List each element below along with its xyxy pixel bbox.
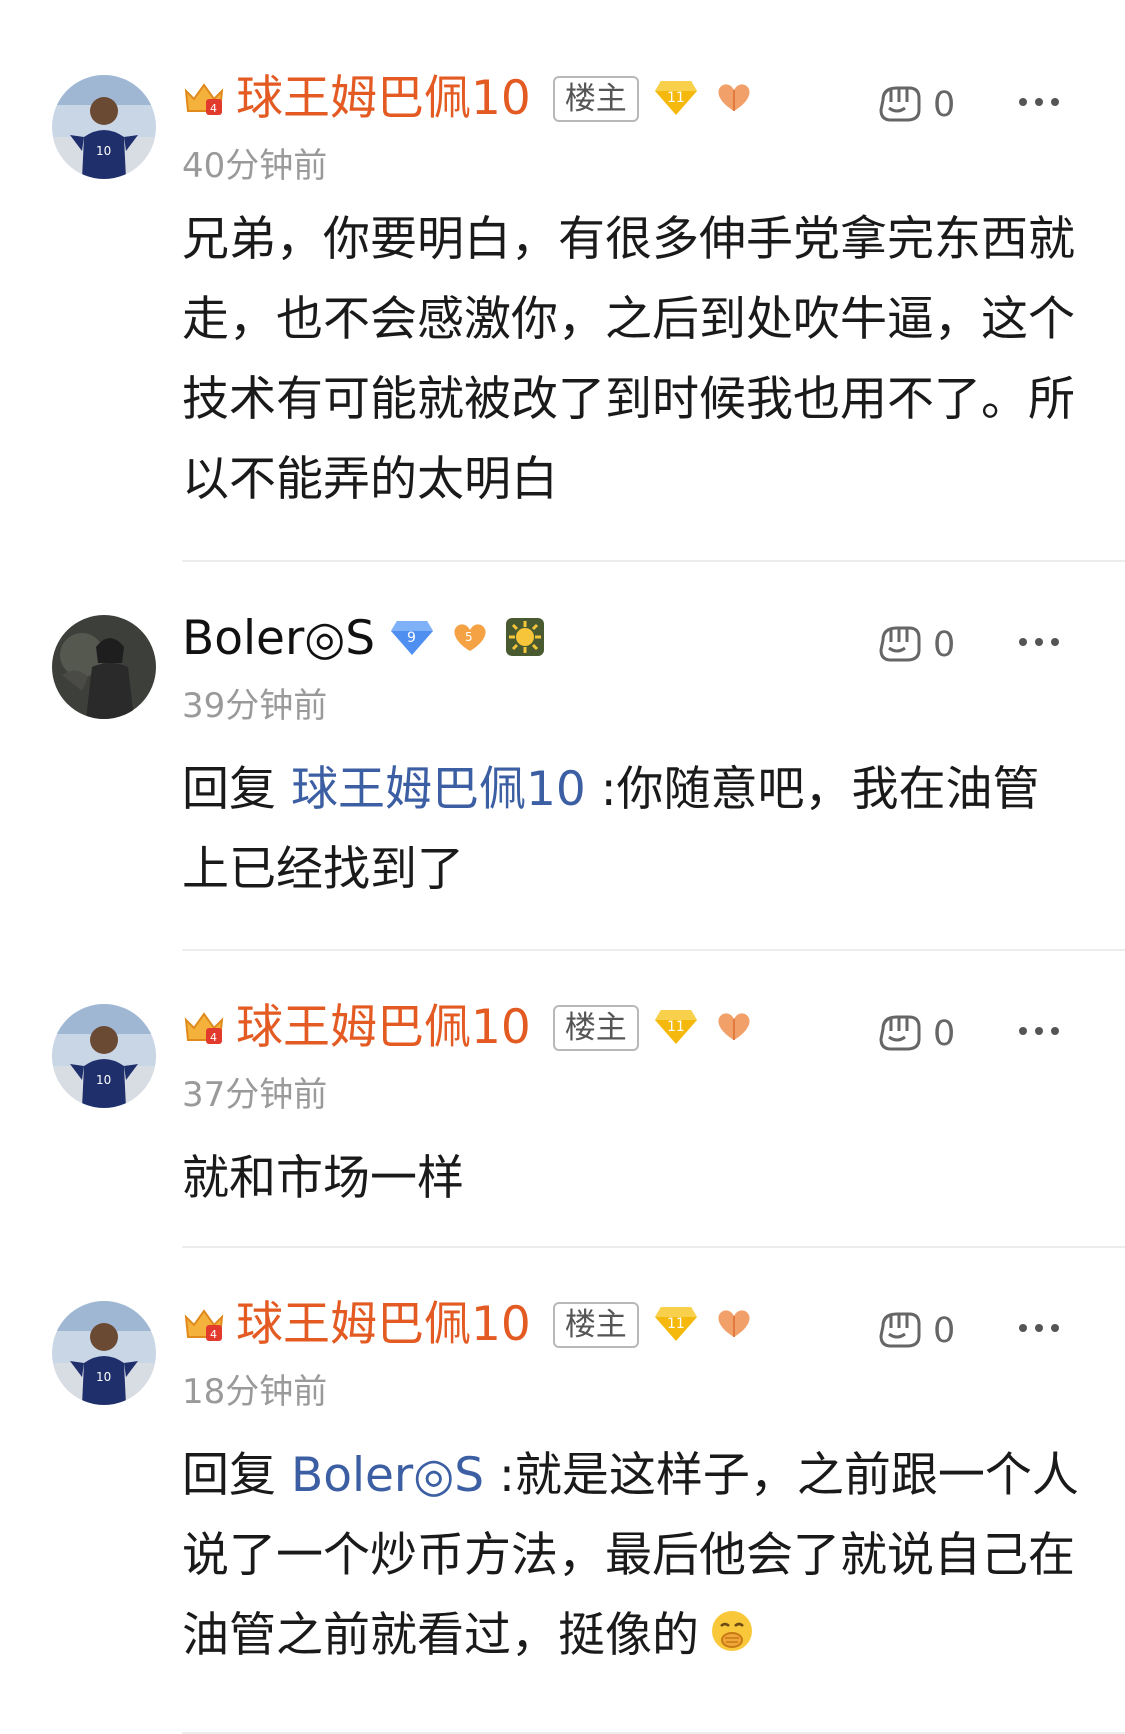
like-fist-icon <box>875 1009 925 1059</box>
like-button[interactable]: 0 <box>875 80 955 130</box>
comment-item: 10 4 球王姆巴佩10 楼主 11 37分钟前 0 就和市场一样 <box>0 951 1125 1248</box>
comment-text: 回复 Boler◎S :就是这样子，之前跟一个人说了一个炒币方法，最后他会了就说… <box>182 1436 1082 1679</box>
comment-item: 10 4 球王姆巴佩10 楼主 11 40分钟前 0 兄弟，你要明白，有很多伸手… <box>0 0 1125 562</box>
svg-text:10: 10 <box>96 144 111 158</box>
svg-text:9: 9 <box>407 630 416 646</box>
comment-item: Boler◎S 9 5 39分钟前 0 回复 球王姆巴佩10:你随意吧，我在油… <box>0 562 1125 951</box>
level-diamond-icon: 11 <box>653 77 699 121</box>
level-diamond-icon: 11 <box>653 1303 699 1347</box>
svg-text:5: 5 <box>465 630 473 644</box>
like-count: 0 <box>933 625 956 665</box>
like-count: 0 <box>933 1014 956 1054</box>
svg-text:10: 10 <box>96 1370 111 1384</box>
host-badge: 楼主 <box>552 76 639 122</box>
reply-to-user[interactable]: 球王姆巴佩10 <box>291 762 586 817</box>
comment-time: 39分钟前 <box>182 686 328 726</box>
comment-item: 10 4 球王姆巴佩10 楼主 11 18分钟前 0 回复 Boler◎S:就… <box>0 1248 1125 1734</box>
level-diamond-icon: 11 <box>653 1006 699 1050</box>
username[interactable]: 球王姆巴佩10 <box>236 1294 531 1356</box>
avatar[interactable]: 10 <box>52 75 156 179</box>
level-diamond-icon: 9 <box>389 617 435 661</box>
reply-prefix: 回复 <box>182 762 276 817</box>
svg-text:11: 11 <box>667 1316 685 1332</box>
crown-icon: 4 <box>182 77 226 121</box>
more-icon[interactable] <box>1018 632 1060 651</box>
heart-hands-icon <box>713 1006 755 1050</box>
crown-icon: 4 <box>182 1303 226 1347</box>
covering-mouth-emoji <box>709 1599 755 1679</box>
more-icon[interactable] <box>1018 92 1060 111</box>
comment-time: 40分钟前 <box>182 146 328 186</box>
comment-time: 18分钟前 <box>182 1372 328 1412</box>
like-fist-icon <box>875 80 925 130</box>
host-badge: 楼主 <box>552 1302 639 1348</box>
heart-hands-icon <box>713 1303 755 1347</box>
svg-text:10: 10 <box>96 1073 111 1087</box>
comment-text: 就和市场一样 <box>182 1151 464 1206</box>
like-button[interactable]: 0 <box>875 1306 955 1356</box>
more-icon[interactable] <box>1018 1318 1060 1337</box>
svg-text:4: 4 <box>210 102 217 115</box>
like-count: 0 <box>933 1311 956 1351</box>
reply-to-user[interactable]: Boler◎S <box>291 1448 484 1503</box>
sun-badge-icon <box>505 617 545 661</box>
heart-hands-icon: 5 <box>449 617 491 661</box>
avatar[interactable] <box>52 615 156 719</box>
reply-prefix: 回复 <box>182 1448 276 1503</box>
like-button[interactable]: 0 <box>875 620 955 670</box>
svg-text:4: 4 <box>210 1328 217 1341</box>
host-badge: 楼主 <box>552 1005 639 1051</box>
username[interactable]: 球王姆巴佩10 <box>236 997 531 1059</box>
like-button[interactable]: 0 <box>875 1009 955 1059</box>
svg-text:11: 11 <box>667 90 685 106</box>
like-count: 0 <box>933 85 956 125</box>
comment-text: 兄弟，你要明白，有很多伸手党拿完东西就走，也不会感激你，之后到处吹牛逼，这个技术… <box>182 212 1075 507</box>
username[interactable]: Boler◎S <box>182 608 375 670</box>
svg-text:11: 11 <box>667 1019 685 1035</box>
like-fist-icon <box>875 620 925 670</box>
avatar[interactable]: 10 <box>52 1301 156 1405</box>
username[interactable]: 球王姆巴佩10 <box>236 68 531 130</box>
comment-time: 37分钟前 <box>182 1075 328 1115</box>
heart-hands-icon <box>713 77 755 121</box>
more-icon[interactable] <box>1018 1021 1060 1040</box>
comment-text: 回复 球王姆巴佩10 :你随意吧，我在油管上已经找到了 <box>182 750 1082 910</box>
like-fist-icon <box>875 1306 925 1356</box>
svg-text:4: 4 <box>210 1031 217 1044</box>
avatar[interactable]: 10 <box>52 1004 156 1108</box>
crown-icon: 4 <box>182 1006 226 1050</box>
